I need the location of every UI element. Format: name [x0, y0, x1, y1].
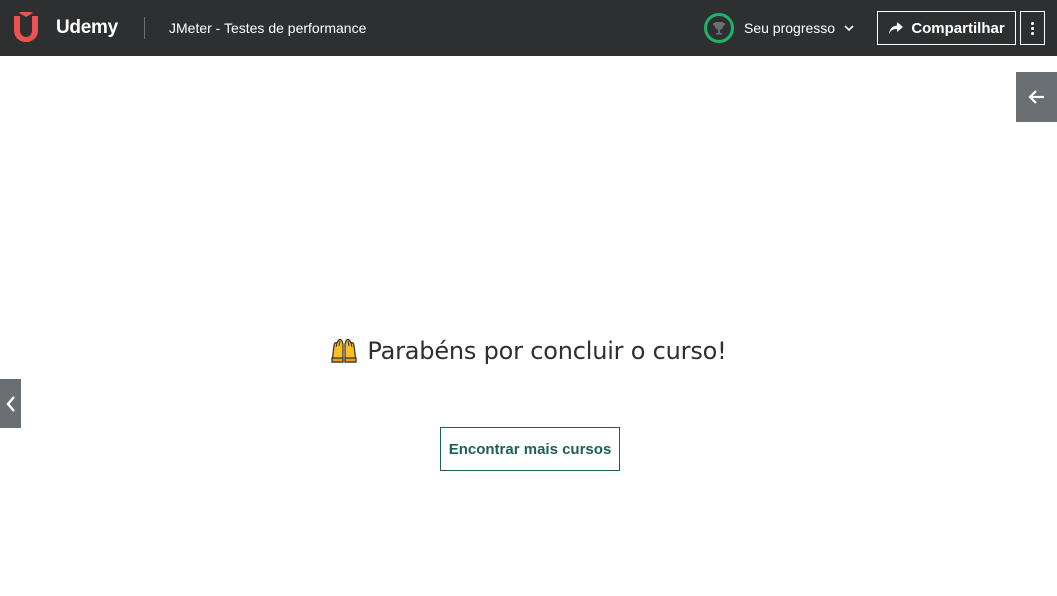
progress-label: Seu progresso	[744, 20, 836, 36]
completion-text: Parabéns por concluir o curso!	[367, 337, 727, 365]
more-dot	[1031, 31, 1034, 35]
more-options-button[interactable]	[1020, 11, 1045, 45]
progress-ring	[704, 13, 734, 43]
share-label: Compartilhar	[911, 19, 1005, 37]
raising-hands-emoji	[330, 338, 358, 364]
previous-lecture-button[interactable]	[0, 379, 21, 428]
more-dot	[1031, 21, 1034, 25]
completion-message: Parabéns por concluir o curso!	[0, 335, 1057, 367]
course-title[interactable]: JMeter - Testes de performance	[169, 19, 366, 37]
more-dot	[1031, 26, 1034, 30]
progress-dropdown[interactable]: Seu progresso	[704, 10, 854, 46]
header-divider	[144, 17, 145, 39]
share-arrow-icon	[888, 21, 904, 35]
sidebar-toggle-button[interactable]	[1016, 72, 1057, 122]
udemy-logo[interactable]: Udemy	[10, 12, 118, 44]
chevron-left-icon	[5, 395, 15, 412]
share-button[interactable]: Compartilhar	[877, 11, 1016, 45]
udemy-logo-icon	[14, 12, 38, 42]
arrow-left-icon	[1027, 90, 1044, 104]
chevron-down-icon	[844, 24, 854, 32]
find-more-courses-button[interactable]: Encontrar mais cursos	[440, 427, 620, 471]
logo-text: Udemy	[56, 17, 118, 38]
trophy-icon	[713, 22, 725, 35]
top-navigation-bar: Udemy JMeter - Testes de performance Seu…	[0, 0, 1057, 56]
